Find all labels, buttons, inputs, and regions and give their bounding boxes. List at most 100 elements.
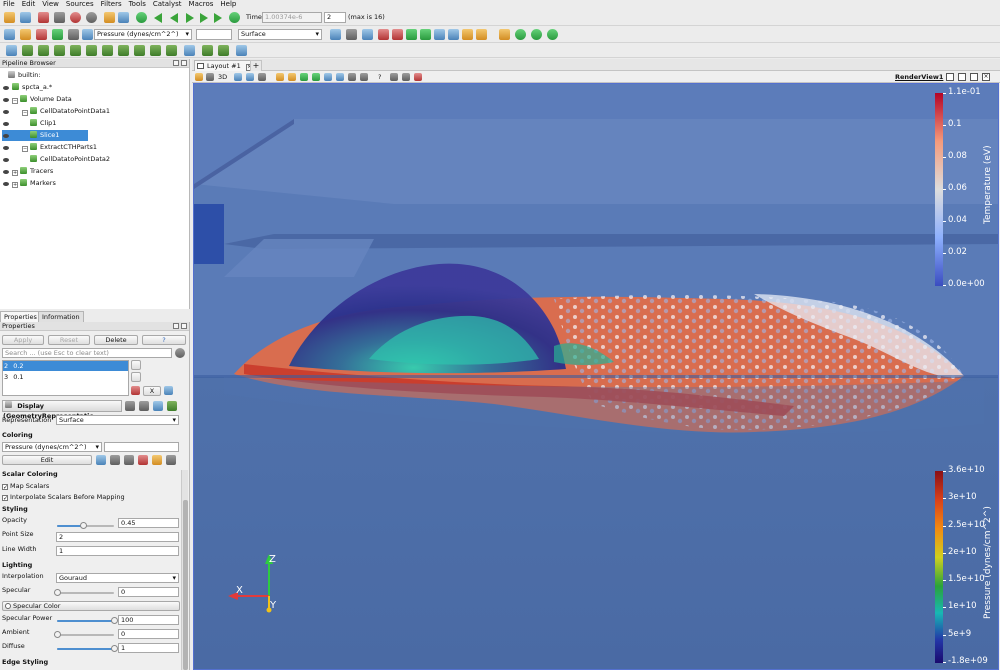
specular-power-slider[interactable] — [57, 617, 118, 624]
reset-range-icon[interactable] — [164, 386, 173, 395]
camera-undo-icon[interactable] — [234, 73, 242, 81]
add-range-button[interactable] — [131, 372, 141, 382]
tree-item-builtin[interactable]: builtin: — [2, 70, 188, 81]
visibility-eye-icon[interactable] — [3, 86, 9, 90]
add-value-button[interactable] — [131, 360, 141, 370]
tree-item-celldatatopointdata2[interactable]: CellDatatoPointData2 — [2, 154, 188, 165]
shrink-selection-icon[interactable] — [402, 73, 410, 81]
tree-item-celldatatopointdata1[interactable]: − CellDatatoPointData1 — [2, 106, 188, 117]
copy-properties-icon[interactable] — [125, 401, 135, 411]
specular-slider[interactable] — [54, 589, 114, 596]
clear-selection-icon[interactable] — [414, 73, 422, 81]
rescale-range-icon[interactable] — [96, 455, 106, 465]
last-frame-icon[interactable] — [214, 13, 222, 23]
specular-color-button[interactable]: Specular Color — [2, 601, 180, 611]
properties-scrollbar[interactable] — [181, 470, 188, 670]
rotate-90-icon[interactable] — [462, 29, 473, 40]
timestep-spinbox[interactable]: 2 — [324, 12, 346, 23]
help-icon[interactable] — [136, 12, 147, 23]
temporal-icon[interactable] — [202, 45, 213, 56]
contour-icon[interactable] — [22, 45, 33, 56]
menu-tools[interactable]: Tools — [129, 0, 146, 9]
close-panel-icon[interactable] — [181, 323, 187, 329]
close-view-icon[interactable]: × — [982, 73, 990, 81]
search-input[interactable]: Search ... (use Esc to clear text) — [2, 348, 172, 358]
tree-item-tracers[interactable]: + Tracers — [2, 166, 188, 177]
menu-sources[interactable]: Sources — [66, 0, 94, 9]
camera-redo-icon[interactable] — [246, 73, 254, 81]
orientation-axes-icon[interactable] — [258, 73, 266, 81]
first-frame-icon[interactable] — [154, 13, 162, 23]
select-points-icon[interactable] — [515, 29, 526, 40]
toggle-3d-button[interactable]: 3D — [218, 72, 227, 82]
capture-screenshot-icon[interactable] — [195, 73, 203, 81]
reset-camera-icon[interactable] — [330, 29, 341, 40]
list-item[interactable]: 2 0.2 — [3, 361, 128, 371]
reload-properties-icon[interactable] — [153, 401, 163, 411]
menu-edit[interactable]: Edit — [22, 0, 36, 9]
interpolate-scalars-checkbox[interactable]: ✓ Interpolate Scalars Before Mapping — [2, 492, 125, 502]
visibility-eye-icon[interactable] — [3, 98, 9, 102]
select-cells-icon[interactable] — [499, 29, 510, 40]
delete-button[interactable]: Delete — [94, 335, 138, 345]
select-blocks-icon[interactable] — [336, 73, 344, 81]
point-size-input[interactable]: 2 — [56, 532, 179, 542]
tab-properties[interactable]: Properties — [0, 311, 41, 322]
float-panel-icon[interactable] — [173, 60, 179, 66]
view-minus-x-icon[interactable] — [392, 29, 403, 40]
connect-icon[interactable] — [104, 12, 115, 23]
save-defaults-icon[interactable] — [167, 401, 177, 411]
extract-level-icon[interactable] — [166, 45, 177, 56]
maximize-view-icon[interactable] — [970, 73, 978, 81]
tree-item-extractcthparts1[interactable]: − ExtractCTHParts1 — [2, 142, 188, 153]
paste-properties-icon[interactable] — [139, 401, 149, 411]
remove-value-icon[interactable] — [131, 386, 140, 395]
play-icon[interactable] — [186, 13, 194, 23]
reset-button[interactable]: Reset — [48, 335, 90, 345]
coloring-select[interactable]: Pressure (dynes/cm^2^) — [2, 442, 102, 452]
redo-icon[interactable] — [86, 12, 97, 23]
expand-collapse-icon[interactable]: + — [12, 182, 18, 188]
loop-icon[interactable] — [229, 12, 240, 23]
menu-view[interactable]: View — [42, 0, 59, 9]
tree-item-volume-data[interactable]: − Volume Data — [2, 94, 188, 105]
glyph-icon[interactable] — [102, 45, 113, 56]
menu-macros[interactable]: Macros — [189, 0, 214, 9]
diffuse-slider[interactable] — [57, 645, 118, 652]
stream-tracer-icon[interactable] — [118, 45, 129, 56]
hover-points-icon[interactable] — [360, 73, 368, 81]
specular-slider-handle[interactable] — [54, 589, 61, 596]
open-folder-icon[interactable] — [4, 12, 15, 23]
select-frustum-cells-icon[interactable] — [300, 73, 308, 81]
choose-preset-icon[interactable] — [166, 455, 176, 465]
specular-power-slider-handle[interactable] — [111, 617, 118, 624]
menu-filters[interactable]: Filters — [101, 0, 122, 9]
visibility-eye-icon[interactable] — [3, 170, 9, 174]
threshold-icon[interactable] — [70, 45, 81, 56]
clear-values-button[interactable]: X — [143, 386, 161, 396]
zoom-to-box-icon[interactable] — [362, 29, 373, 40]
rescale-range-icon[interactable] — [36, 29, 47, 40]
load-state-icon[interactable] — [38, 12, 49, 23]
zoom-to-data-icon[interactable] — [346, 29, 357, 40]
opacity-input[interactable]: 0.45 — [118, 518, 179, 528]
properties-scrollbar-thumb[interactable] — [183, 500, 188, 670]
ambient-slider-handle[interactable] — [54, 631, 61, 638]
specular-input[interactable]: 0 — [118, 587, 179, 597]
tree-item-slice1[interactable]: Slice1 — [2, 130, 88, 141]
specular-power-input[interactable]: 100 — [118, 615, 179, 625]
rescale-custom-icon[interactable] — [110, 455, 120, 465]
select-block-icon[interactable] — [547, 29, 558, 40]
advanced-gear-icon[interactable] — [175, 348, 185, 358]
visibility-eye-icon[interactable] — [3, 182, 9, 186]
view-name-label[interactable]: RenderView1 — [895, 72, 943, 82]
float-panel-icon[interactable] — [173, 323, 179, 329]
rotate-minus-90-icon[interactable] — [476, 29, 487, 40]
view-plus-x-icon[interactable] — [378, 29, 389, 40]
save-data-icon[interactable] — [20, 12, 31, 23]
tab-layout-1[interactable]: Layout #1 × — [194, 60, 258, 71]
calculator-icon[interactable] — [6, 45, 17, 56]
list-item[interactable]: 3 0.1 — [3, 372, 128, 382]
line-width-input[interactable]: 1 — [56, 546, 179, 556]
split-horizontal-icon[interactable] — [946, 73, 954, 81]
